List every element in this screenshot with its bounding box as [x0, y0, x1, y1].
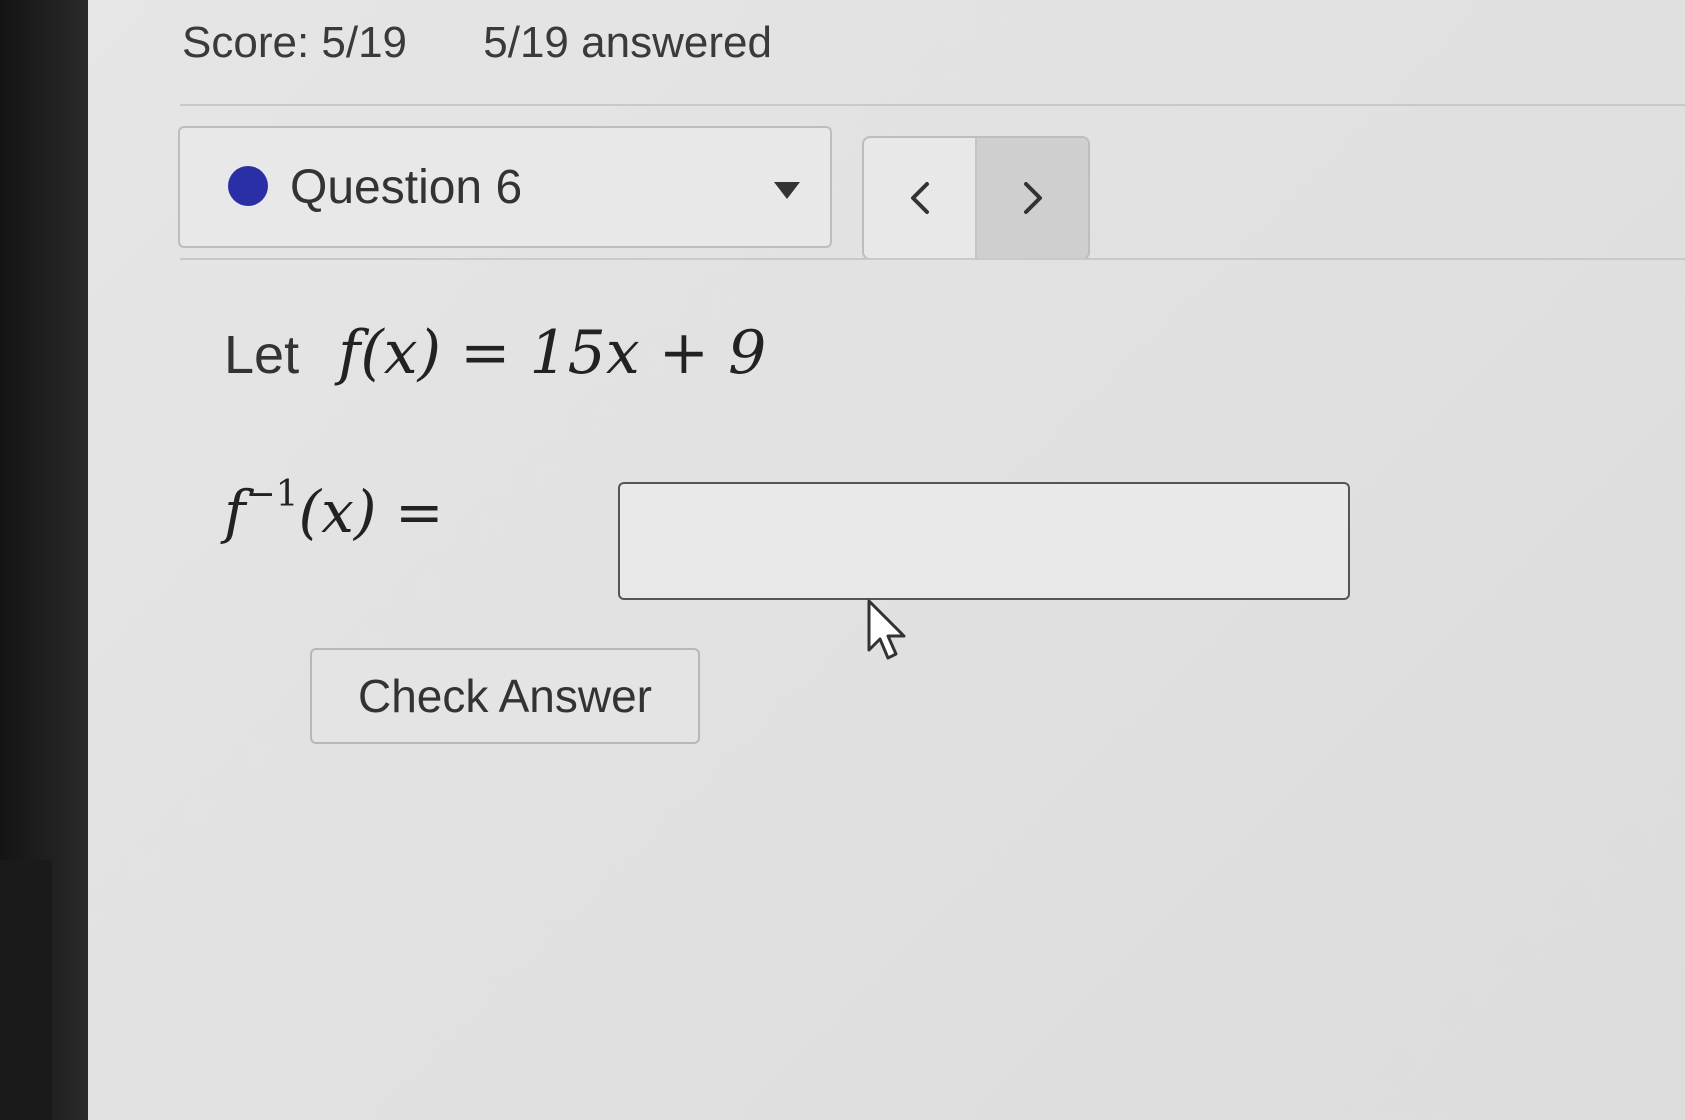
chevron-left-icon — [910, 182, 929, 214]
question-nav-group — [862, 136, 1090, 260]
chevron-right-icon — [1023, 182, 1042, 214]
score-header: Score: 5/19 5/19 answered — [182, 18, 772, 68]
question-statement: Let f(x) = 15x + 9 — [224, 318, 766, 388]
question-let-word: Let — [224, 325, 300, 385]
previous-question-button[interactable] — [864, 138, 975, 258]
inverse-exponent: −1 — [245, 473, 299, 515]
answered-count: 5/19 answered — [483, 18, 772, 67]
check-answer-button[interactable]: Check Answer — [310, 648, 700, 744]
answer-input[interactable] — [618, 482, 1350, 600]
question-status-dot — [228, 166, 268, 206]
question-selector-label: Question 6 — [290, 161, 523, 214]
inverse-equals-sign: = — [394, 478, 444, 546]
function-definition-rhs: 15x + 9 — [529, 318, 767, 388]
inverse-function-arg: (x) — [298, 478, 377, 546]
divider-middle — [180, 258, 1685, 260]
mouse-pointer-icon — [867, 599, 906, 660]
next-question-button[interactable] — [975, 138, 1088, 258]
inverse-function-base: f — [224, 478, 246, 546]
function-equals-sign: = — [460, 318, 511, 388]
inverse-prompt: f−1(x) = — [224, 474, 444, 546]
score-text: Score: 5/19 — [182, 18, 408, 67]
divider-top — [180, 104, 1685, 106]
monitor-bezel-lower — [0, 860, 52, 1120]
function-definition-lhs: f(x) — [338, 318, 442, 388]
caret-down-icon — [774, 182, 800, 199]
assignment-page: Score: 5/19 5/19 answered Question 6 Let… — [88, 0, 1685, 1120]
question-selector-dropdown[interactable]: Question 6 — [178, 126, 832, 248]
